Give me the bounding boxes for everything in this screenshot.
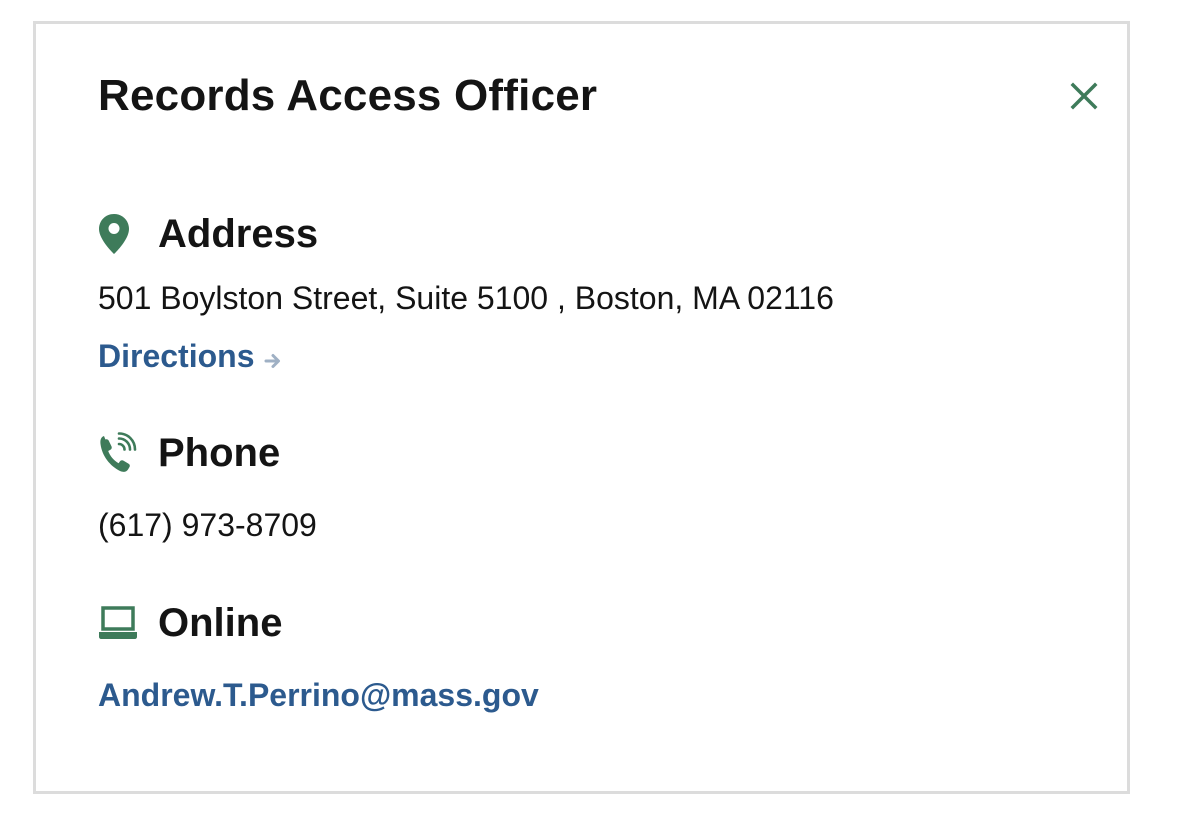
address-heading: Address <box>158 212 319 256</box>
laptop-icon <box>98 601 138 645</box>
phone-heading: Phone <box>158 431 281 475</box>
directions-label: Directions <box>98 338 255 374</box>
phone-number[interactable]: (617) 973-8709 <box>98 505 317 545</box>
online-heading: Online <box>158 601 283 645</box>
card-title: Records Access Officer <box>98 71 598 120</box>
phone-icon <box>98 431 138 475</box>
address-heading-row: Address <box>98 210 318 258</box>
arrow-right-icon <box>264 339 282 379</box>
phone-heading-row: Phone <box>98 429 280 477</box>
email-link[interactable]: Andrew.T.Perrino@mass.gov <box>98 675 539 715</box>
close-button[interactable] <box>1066 78 1102 114</box>
map-pin-icon <box>98 212 138 256</box>
directions-link[interactable]: Directions <box>98 336 282 379</box>
contact-card: Records Access Officer Address 501 Boyls… <box>33 21 1130 794</box>
close-icon <box>1070 82 1098 110</box>
address-text: 501 Boylston Street, Suite 5100 , Boston… <box>98 280 834 316</box>
online-heading-row: Online <box>98 599 282 647</box>
